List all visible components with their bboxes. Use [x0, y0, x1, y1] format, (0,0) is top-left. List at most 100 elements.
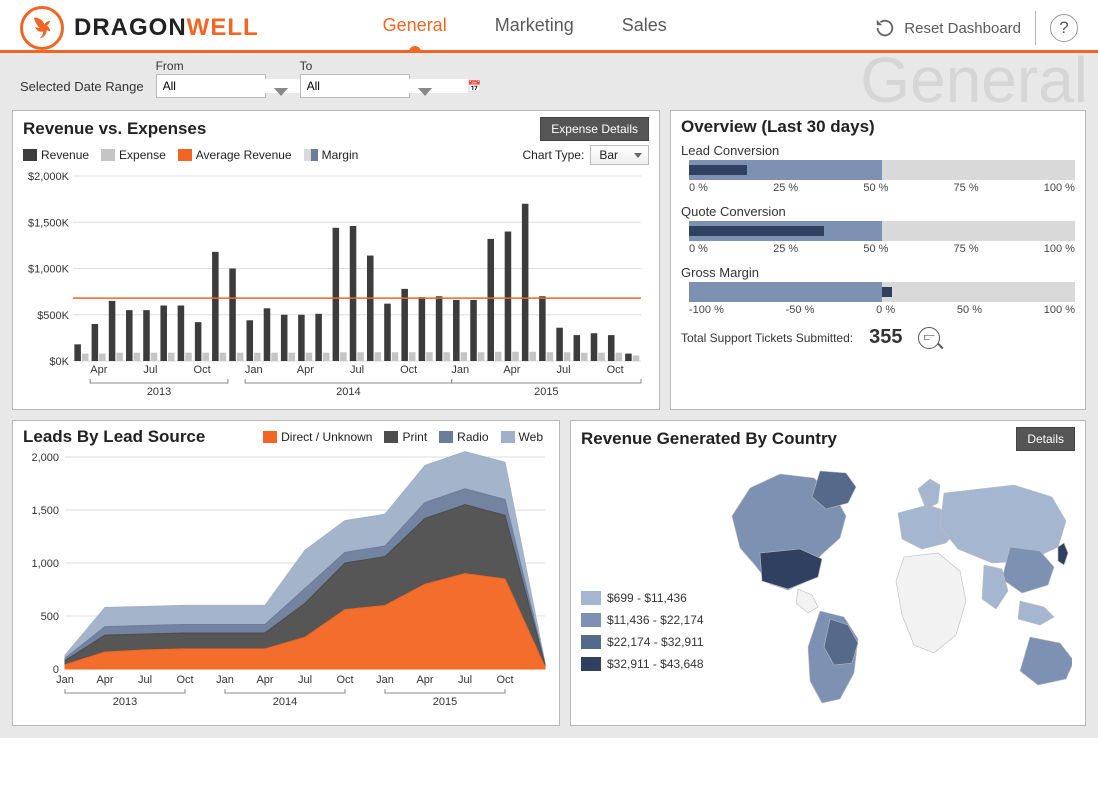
svg-text:Oct: Oct [176, 674, 193, 686]
overview-metric: Gross Margin-100 %-50 %0 %50 %100 % [681, 265, 1075, 316]
svg-text:Oct: Oct [400, 364, 417, 376]
svg-text:2014: 2014 [336, 386, 360, 398]
divider [1035, 11, 1036, 45]
panel-overview: Overview (Last 30 days) Lead Conversion0… [670, 110, 1086, 410]
svg-text:Jan: Jan [216, 674, 234, 686]
swatch-icon [581, 591, 601, 605]
svg-text:Jan: Jan [245, 364, 263, 376]
swatch-icon [581, 635, 601, 649]
chart-type-select[interactable]: Bar [590, 145, 649, 165]
svg-text:1,000: 1,000 [31, 558, 59, 570]
rev-legend: Revenue Expense Average Revenue Margin C… [23, 145, 649, 165]
svg-text:$2,000K: $2,000K [28, 171, 70, 183]
metric-scale: -100 %-50 %0 %50 %100 % [689, 304, 1075, 316]
svg-text:Apr: Apr [96, 674, 113, 686]
dashboard: Revenue vs. Expenses Expense Details Rev… [0, 104, 1098, 738]
calendar-icon[interactable]: 📅 [468, 80, 482, 93]
overview-footer: Total Support Tickets Submitted: 355 ⫍ [681, 326, 1075, 349]
svg-text:Oct: Oct [336, 674, 353, 686]
reset-dashboard-button[interactable]: Reset Dashboard [874, 17, 1021, 39]
svg-text:500: 500 [41, 611, 59, 623]
world-map[interactable] [712, 461, 1072, 711]
panel-title: Overview (Last 30 days) [681, 117, 1075, 137]
svg-text:Apr: Apr [297, 364, 314, 376]
question-icon: ? [1059, 18, 1068, 38]
svg-text:2015: 2015 [534, 386, 558, 398]
from-date-input[interactable]: 📅 [156, 74, 266, 98]
bullet-chart [689, 221, 1075, 241]
to-date-input[interactable]: 📅 [300, 74, 410, 98]
from-date-group: From 📅 [156, 59, 288, 98]
overview-metric: Lead Conversion0 %25 %50 %75 %100 % [681, 143, 1075, 194]
dragon-icon [20, 6, 64, 50]
svg-text:Jan: Jan [56, 674, 74, 686]
svg-text:Apr: Apr [503, 364, 520, 376]
swatch-icon [581, 657, 601, 671]
filter-bar: General Selected Date Range From 📅 To 📅 [0, 53, 1098, 104]
svg-text:$1,000K: $1,000K [28, 264, 70, 276]
panel-title: Revenue Generated By Country [581, 429, 837, 449]
chevron-down-icon[interactable] [274, 88, 288, 96]
panel-revenue-vs-expenses: Revenue vs. Expenses Expense Details Rev… [12, 110, 660, 410]
tickets-value: 355 [869, 326, 902, 349]
from-date-field[interactable] [157, 79, 324, 93]
brand-logo: DRAGONWELL [20, 6, 259, 50]
map-details-button[interactable]: Details [1016, 427, 1075, 451]
svg-text:Jan: Jan [451, 364, 469, 376]
main-nav: General Marketing Sales [379, 7, 671, 50]
chevron-down-icon [634, 153, 642, 158]
tickets-detail-button[interactable]: ⫍ [918, 327, 940, 349]
svg-text:Apr: Apr [416, 674, 433, 686]
nav-marketing[interactable]: Marketing [491, 7, 578, 50]
svg-text:$500K: $500K [37, 310, 69, 322]
reset-label: Reset Dashboard [904, 20, 1021, 37]
swatch-print-icon [384, 431, 398, 443]
svg-text:$0K: $0K [49, 356, 69, 368]
to-date-group: To 📅 [300, 59, 432, 98]
swatch-expense-icon [101, 149, 115, 161]
chart-icon: ⫍ [924, 332, 935, 343]
svg-text:Apr: Apr [90, 364, 107, 376]
swatch-icon [581, 613, 601, 627]
to-label: To [300, 59, 410, 73]
panel-revenue-by-country: Revenue Generated By Country Details $69… [570, 420, 1086, 726]
revenue-expenses-chart: $0K $500K $1,000K $1,500K $2,000K Apr Jul Oct Ja… [23, 171, 651, 401]
svg-text:2013: 2013 [147, 386, 171, 398]
svg-text:Jul: Jul [557, 364, 571, 376]
nav-sales[interactable]: Sales [618, 7, 671, 50]
swatch-radio-icon [439, 431, 453, 443]
svg-text:Jul: Jul [138, 674, 152, 686]
swatch-margin-icon [304, 149, 318, 161]
app-header: DRAGONWELL General Marketing Sales Reset… [0, 0, 1098, 53]
reset-icon [874, 17, 896, 39]
expense-details-button[interactable]: Expense Details [540, 117, 649, 141]
svg-text:2,000: 2,000 [31, 452, 59, 464]
page-ghost-title: General [860, 53, 1088, 104]
svg-text:Jul: Jul [350, 364, 364, 376]
chart-type-label: Chart Type: [523, 148, 585, 162]
from-label: From [156, 59, 266, 73]
svg-text:Jul: Jul [298, 674, 312, 686]
svg-text:Apr: Apr [256, 674, 273, 686]
tickets-label: Total Support Tickets Submitted: [681, 331, 853, 345]
leads-area-chart: 05001,0001,5002,000JanAprJulOctJanAprJul… [23, 451, 551, 711]
swatch-avg-icon [178, 149, 192, 161]
svg-text:$1,500K: $1,500K [28, 217, 70, 229]
panel-title: Revenue vs. Expenses [23, 119, 206, 139]
brand-text: DRAGONWELL [74, 14, 259, 42]
to-date-field[interactable] [301, 79, 468, 93]
swatch-web-icon [501, 431, 515, 443]
metric-label: Lead Conversion [681, 143, 1075, 158]
svg-text:1,500: 1,500 [31, 505, 59, 517]
nav-general[interactable]: General [379, 7, 451, 50]
svg-text:2015: 2015 [433, 696, 457, 708]
svg-text:Jul: Jul [458, 674, 472, 686]
chevron-down-icon[interactable] [418, 88, 432, 96]
header-actions: Reset Dashboard ? [874, 11, 1078, 45]
leads-legend: Direct / Unknown Print Radio Web [263, 430, 549, 444]
date-range-label: Selected Date Range [20, 79, 144, 98]
panel-leads-by-source: Leads By Lead Source Direct / Unknown Pr… [12, 420, 560, 726]
svg-text:2013: 2013 [113, 696, 137, 708]
swatch-revenue-icon [23, 149, 37, 161]
help-button[interactable]: ? [1050, 14, 1078, 42]
